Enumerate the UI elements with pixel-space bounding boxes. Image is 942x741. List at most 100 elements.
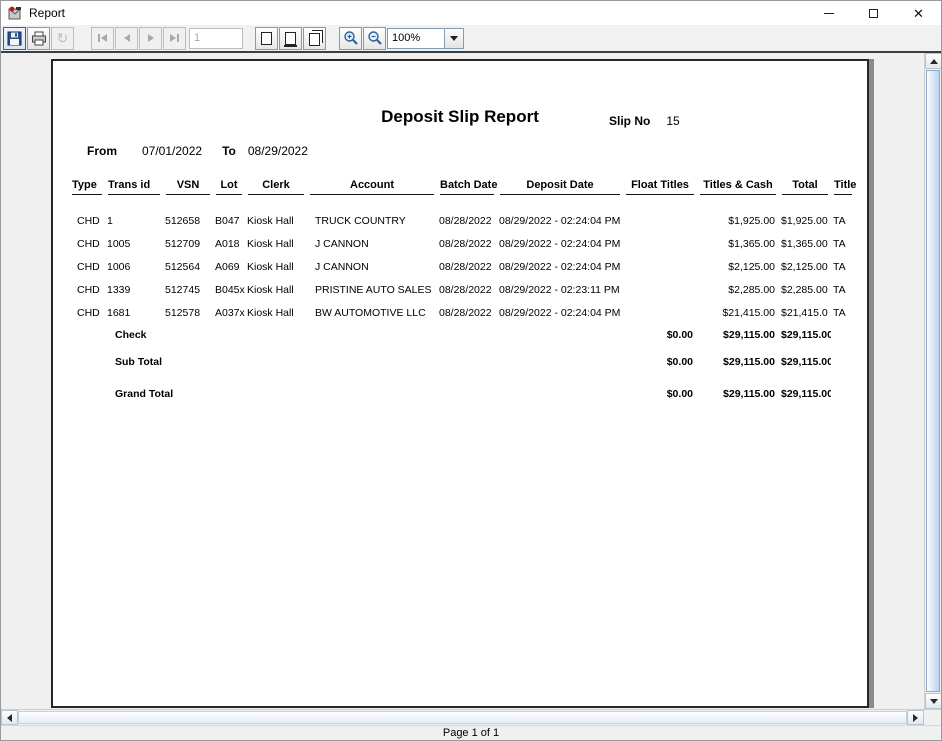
cell-deposit-date: 08/29/2022 - 02:24:04 PM (497, 232, 623, 255)
sub-total-titles-cash: $29,115.00 (697, 351, 779, 373)
cell-title: TA (831, 278, 855, 301)
minimize-button[interactable] (806, 1, 851, 25)
page-number-input[interactable] (189, 28, 243, 49)
check-float-titles: $0.00 (623, 324, 697, 346)
zoom-in-button[interactable] (339, 27, 362, 50)
report-window: Report ✕ ↻ (0, 0, 942, 741)
zoom-level-input[interactable] (387, 28, 445, 49)
last-page-button[interactable] (163, 27, 186, 50)
col-header-titles-cash: Titles & Cash (697, 179, 779, 195)
cell-title: TA (831, 301, 855, 324)
col-header-type: Type (69, 179, 105, 195)
minimize-icon (824, 13, 834, 14)
table-row: CHD 1 512658 B047 Kiosk Hall TRUCK COUNT… (69, 209, 855, 232)
cell-account: J CANNON (307, 255, 437, 278)
refresh-button[interactable]: ↻ (51, 27, 74, 50)
page-info: Page 1 of 1 (443, 727, 499, 739)
page-width-view-button[interactable] (279, 27, 302, 50)
to-value: 08/29/2022 (248, 144, 308, 158)
cell-vsn: 512658 (163, 209, 213, 232)
save-button[interactable] (3, 27, 26, 50)
triangle-right-icon (913, 714, 918, 722)
zoom-out-button[interactable] (363, 27, 386, 50)
cell-total: $2,285.00 (779, 278, 831, 301)
chevron-down-icon (450, 36, 458, 41)
check-total-row: Check $0.00 $29,115.00 $29,115.00 (69, 324, 855, 346)
close-button[interactable]: ✕ (896, 1, 941, 25)
first-page-icon (98, 34, 107, 42)
cell-title: TA (831, 232, 855, 255)
cell-deposit-date: 08/29/2022 - 02:24:04 PM (497, 209, 623, 232)
window-title: Report (29, 6, 65, 20)
grand-total-label: Grand Total (105, 383, 623, 405)
report-title: Deposit Slip Report (53, 107, 867, 127)
cell-titles-cash: $2,125.00 (697, 255, 779, 278)
previous-page-button[interactable] (115, 27, 138, 50)
cell-vsn: 512578 (163, 301, 213, 324)
sub-total-row: Sub Total $0.00 $29,115.00 $29,115.00 (69, 351, 855, 373)
sub-total-float-titles: $0.00 (623, 351, 697, 373)
grand-total-row: Grand Total $0.00 $29,115.00 $29,115.00 (69, 383, 855, 405)
table-row: CHD 1006 512564 A069 Kiosk Hall J CANNON… (69, 255, 855, 278)
multi-page-view-button[interactable] (303, 27, 326, 50)
cell-type: CHD (69, 278, 105, 301)
next-page-button[interactable] (139, 27, 162, 50)
print-icon (31, 31, 47, 46)
next-page-icon (148, 34, 154, 42)
cell-title: TA (831, 209, 855, 232)
app-icon (7, 5, 23, 21)
maximize-icon (869, 9, 878, 18)
scroll-right-button[interactable] (907, 710, 924, 725)
cell-clerk: Kiosk Hall (245, 301, 307, 324)
cell-deposit-date: 08/29/2022 - 02:24:04 PM (497, 255, 623, 278)
scroll-down-button[interactable] (925, 693, 941, 709)
cell-lot: A037x (213, 301, 245, 324)
cell-type: CHD (69, 209, 105, 232)
refresh-icon: ↻ (57, 31, 69, 45)
scroll-up-button[interactable] (925, 53, 941, 69)
cell-lot: A018 (213, 232, 245, 255)
scroll-left-button[interactable] (1, 710, 18, 725)
col-header-clerk: Clerk (245, 179, 307, 195)
cell-clerk: Kiosk Hall (245, 255, 307, 278)
page-width-icon (285, 32, 296, 45)
horizontal-scrollbar[interactable] (1, 709, 941, 725)
previous-page-icon (124, 34, 130, 42)
close-icon: ✕ (913, 7, 924, 20)
cell-type: CHD (69, 301, 105, 324)
first-page-button[interactable] (91, 27, 114, 50)
cell-float-titles (623, 209, 697, 232)
statusbar: Page 1 of 1 (1, 725, 941, 740)
cell-deposit-date: 08/29/2022 - 02:24:04 PM (497, 301, 623, 324)
table-row: CHD 1339 512745 B045x Kiosk Hall PRISTIN… (69, 278, 855, 301)
slip-number: Slip No15 (609, 114, 680, 128)
check-total-label: Check (105, 324, 623, 346)
zoom-in-icon (343, 30, 359, 46)
cell-clerk: Kiosk Hall (245, 232, 307, 255)
check-titles-cash: $29,115.00 (697, 324, 779, 346)
cell-lot: A069 (213, 255, 245, 278)
slip-no-label: Slip No (609, 114, 650, 128)
print-button[interactable] (27, 27, 50, 50)
table-row: CHD 1681 512578 A037x Kiosk Hall BW AUTO… (69, 301, 855, 324)
vertical-scrollbar-thumb[interactable] (926, 70, 940, 692)
cell-vsn: 512564 (163, 255, 213, 278)
from-value: 07/01/2022 (142, 144, 202, 158)
cell-title: TA (831, 255, 855, 278)
cell-lot: B045x (213, 278, 245, 301)
single-page-view-button[interactable] (255, 27, 278, 50)
zoom-dropdown-button[interactable] (445, 28, 464, 49)
triangle-left-icon (7, 714, 12, 722)
col-header-trans-id: Trans id (105, 179, 163, 195)
col-header-account: Account (307, 179, 437, 195)
vertical-scrollbar[interactable] (924, 53, 941, 709)
toolbar: ↻ (1, 25, 941, 53)
triangle-up-icon (930, 59, 938, 64)
horizontal-scrollbar-track[interactable] (18, 710, 907, 725)
maximize-button[interactable] (851, 1, 896, 25)
multi-page-icon (309, 33, 320, 46)
horizontal-scrollbar-thumb[interactable] (18, 711, 907, 724)
cell-batch-date: 08/28/2022 (437, 209, 497, 232)
window-controls: ✕ (806, 1, 941, 25)
col-header-deposit-date: Deposit Date (497, 179, 623, 195)
